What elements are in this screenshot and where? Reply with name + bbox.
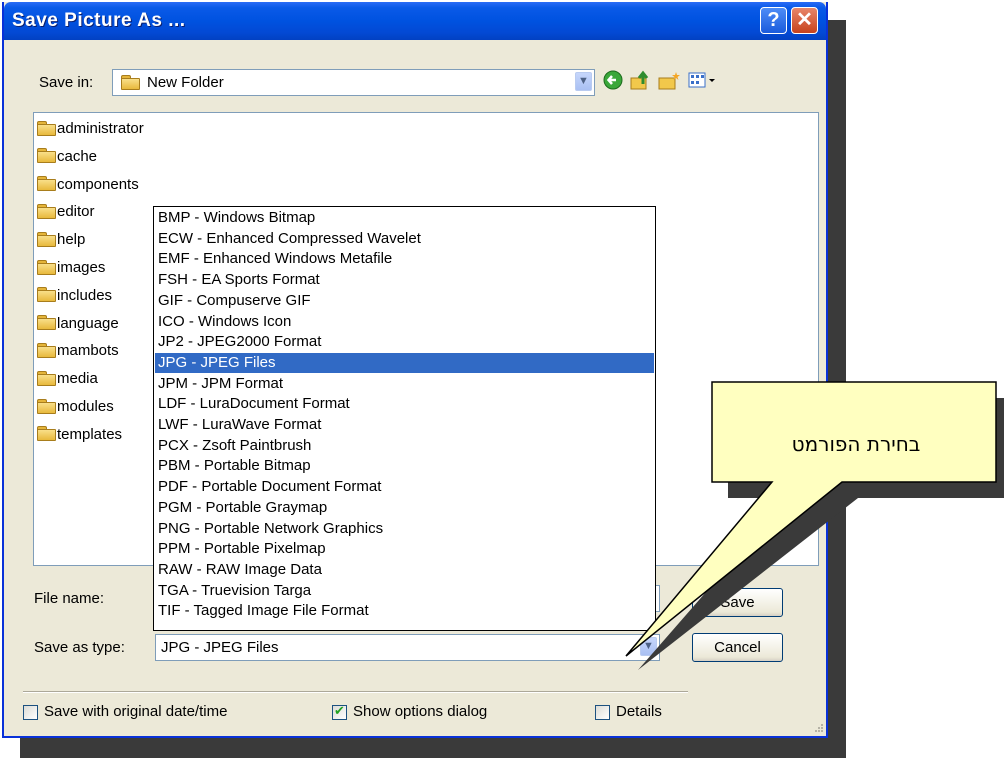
file-type-option[interactable]: GIF - Compuserve GIF [155,291,654,311]
save-in-value: New Folder [147,74,224,91]
folder-icon [37,287,56,303]
file-type-option[interactable]: PBM - Portable Bitmap [155,456,654,476]
file-type-option[interactable]: EMF - Enhanced Windows Metafile [155,249,654,269]
save-button[interactable]: Save [692,588,783,617]
folder-item-label: help [57,231,86,249]
folder-item-label: images [57,259,106,276]
folder-item[interactable]: mambots [37,340,119,362]
file-type-option[interactable]: TIF - Tagged Image File Format [155,601,654,621]
folder-item[interactable]: cache [37,146,97,168]
divider [23,691,688,693]
folder-icon [37,259,56,275]
back-icon[interactable] [602,70,624,92]
file-type-option[interactable]: PPM - Portable Pixelmap [155,539,654,559]
folder-item-label: language [57,314,119,332]
file-type-option[interactable]: JPG - JPEG Files [155,352,654,373]
folder-item-label: components [57,175,139,193]
save-as-type-label: Save as type: [34,639,125,656]
folder-item[interactable]: administrator [37,118,144,140]
window-title: Save Picture As ... [12,10,186,31]
title-bar[interactable]: Save Picture As ... ? ✕ [4,2,826,40]
folder-icon [37,342,56,358]
folder-item[interactable]: images [37,257,105,279]
up-folder-icon[interactable] [629,70,651,92]
details-checkbox[interactable] [595,705,610,720]
original-date-label: Save with original date/time [44,703,228,720]
folder-item-label: administrator [57,120,144,137]
callout-text: בחירת הפורמט [791,432,921,456]
folder-icon [121,75,140,90]
folder-icon [37,426,56,442]
folder-icon [37,231,56,247]
file-type-option[interactable]: PNG - Portable Network Graphics [155,519,654,539]
save-in-combo[interactable]: New Folder ▼ [112,69,595,96]
file-type-dropdown-list[interactable]: BMP - Windows Bitmap ECW - Enhanced Compr… [153,206,656,631]
file-type-option[interactable]: JPM - JPM Format [155,374,654,394]
file-type-option[interactable]: TGA - Truevision Targa [155,581,654,601]
view-menu-icon[interactable] [686,70,718,92]
folder-item-label: includes [57,286,113,304]
folder-icon [37,203,56,219]
folder-icon [37,370,56,386]
original-date-checkbox[interactable] [23,705,38,720]
folder-item[interactable]: language [37,313,119,335]
file-type-option[interactable]: LWF - LuraWave Format [155,415,654,435]
file-type-option[interactable]: LDF - LuraDocument Format [155,394,654,414]
file-type-option[interactable]: BMP - Windows Bitmap [155,208,654,228]
resize-grip-icon[interactable] [812,720,824,732]
folder-item-label: cache [57,147,98,165]
folder-item[interactable]: includes [37,285,112,307]
file-type-option[interactable]: ICO - Windows Icon [155,312,654,332]
file-type-option[interactable]: PDF - Portable Document Format [155,477,654,497]
folder-item-label: templates [57,425,123,443]
folder-item[interactable]: templates [37,424,122,446]
folder-item[interactable]: help [37,229,85,251]
save-as-type-value: JPG - JPEG Files [161,639,279,656]
folder-item[interactable]: media [37,368,98,390]
file-type-option[interactable]: PCX - Zsoft Paintbrush [155,436,654,456]
show-options-checkbox[interactable] [332,703,347,720]
details-label: Details [616,703,662,720]
new-folder-icon[interactable] [657,70,680,92]
folder-item[interactable]: modules [37,396,114,418]
file-type-option[interactable]: PGM - Portable Graymap [155,498,654,518]
file-type-option[interactable]: FSH - EA Sports Format [155,270,654,290]
folder-icon [37,398,56,414]
folder-item-label: mambots [57,342,119,360]
file-type-option[interactable]: ECW - Enhanced Compressed Wavelet [155,229,654,249]
folder-item[interactable]: components [37,174,139,196]
file-type-option[interactable]: JP2 - JPEG2000 Format [155,332,654,352]
folder-icon [37,315,56,331]
help-button[interactable]: ? [760,7,787,34]
chevron-down-icon[interactable]: ▼ [575,72,592,91]
file-name-label: File name: [34,590,105,607]
save-in-label: Save in: [39,74,94,91]
close-button[interactable]: ✕ [791,7,818,34]
folder-icon [37,176,56,192]
show-options-label: Show options dialog [353,703,488,720]
folder-icon [37,120,56,136]
folder-item[interactable]: editor [37,201,95,223]
folder-item-label: editor [57,203,95,221]
cancel-button[interactable]: Cancel [692,633,783,662]
chevron-down-icon[interactable]: ▼ [640,637,657,656]
file-type-option[interactable]: RAW - RAW Image Data [155,560,654,580]
save-as-type-select[interactable]: JPG - JPEG Files ▼ [155,634,660,661]
folder-item-label: media [57,370,98,388]
folder-item-label: modules [57,398,114,415]
folder-icon [37,148,56,164]
